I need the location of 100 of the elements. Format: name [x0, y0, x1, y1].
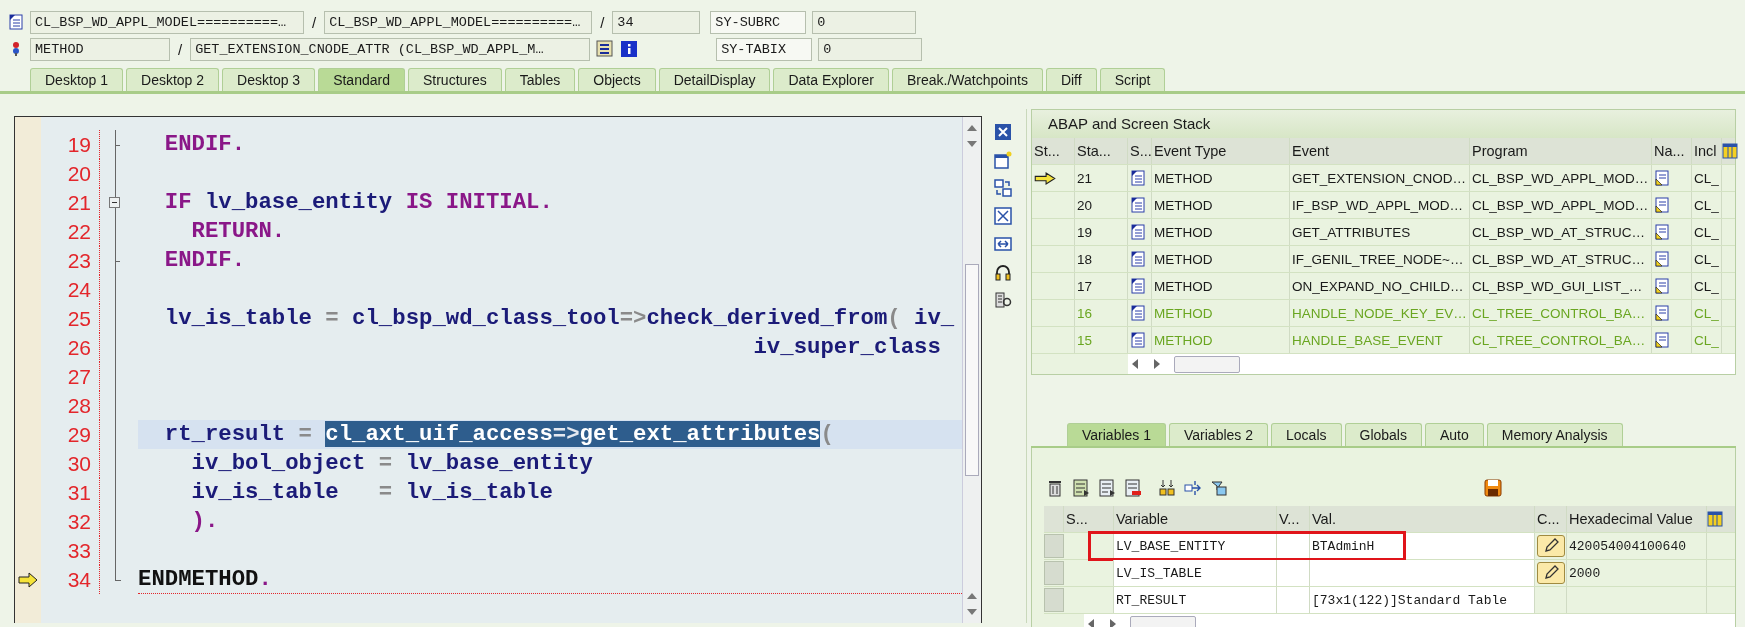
collapse-toggle[interactable] [109, 197, 120, 208]
line-number: 27 [41, 362, 100, 391]
tab[interactable]: Standard [318, 68, 405, 91]
navigate-icon[interactable] [1654, 251, 1670, 267]
table-cell: CL_ [1692, 300, 1722, 326]
table-cell: METHOD [1152, 165, 1290, 191]
tab[interactable]: Structures [407, 68, 502, 91]
column-header[interactable]: Event Type [1152, 138, 1290, 164]
swap-windows-icon[interactable] [994, 179, 1012, 197]
system-field-value[interactable]: 0 [812, 10, 917, 34]
tab[interactable]: Desktop 2 [126, 68, 220, 91]
column-header[interactable]: Event [1290, 138, 1470, 164]
code-line: IF lv_base_entity IS INITIAL. [163, 189, 553, 216]
column-header[interactable]: Variable [1114, 506, 1277, 532]
sort-icon[interactable] [1158, 479, 1176, 497]
tab[interactable]: Globals [1344, 423, 1422, 446]
tab[interactable]: Tables [504, 68, 576, 91]
column-header[interactable]: Val. [1310, 506, 1535, 532]
line-number: 29 [41, 420, 100, 449]
tab[interactable]: Variables 1 [1067, 423, 1166, 446]
tab[interactable]: DetailDisplay [658, 68, 771, 91]
system-field-value[interactable]: 0 [818, 37, 923, 61]
column-header[interactable]: St... [1032, 138, 1075, 164]
document-icon [1130, 278, 1146, 294]
tab[interactable]: Auto [1424, 423, 1484, 446]
document-icon [1130, 170, 1146, 186]
table-cell: CL_BSP_WD_AT_STRUC… [1470, 219, 1652, 245]
tab[interactable]: Variables 2 [1169, 423, 1269, 446]
edit-button[interactable] [1537, 562, 1565, 584]
tab[interactable]: Diff [1045, 68, 1097, 91]
scrollbar[interactable] [1128, 354, 1735, 374]
info-icon[interactable] [620, 40, 639, 58]
column-header[interactable]: Na... [1652, 138, 1692, 164]
table-cell: 17 [1075, 273, 1128, 299]
include-field[interactable]: CL_BSP_WD_APPL_MODEL==========… [30, 10, 304, 34]
table-cell: METHOD [1152, 273, 1290, 299]
column-header[interactable]: Sta... [1075, 138, 1128, 164]
event-type-field[interactable]: METHOD [30, 37, 170, 61]
table-cell: METHOD [1152, 192, 1290, 218]
navigate-icon[interactable] [1654, 305, 1670, 321]
tab[interactable]: Script [1099, 68, 1166, 91]
scrollbar[interactable] [962, 117, 981, 623]
table-cell: HANDLE_NODE_KEY_EV… [1290, 300, 1470, 326]
column-settings-icon[interactable] [1707, 511, 1723, 527]
line-number: 28 [41, 391, 100, 420]
column-header[interactable]: Program [1470, 138, 1652, 164]
navigate-icon[interactable] [1654, 170, 1670, 186]
new-window-icon[interactable] [994, 151, 1012, 169]
tab[interactable]: Memory Analysis [1486, 423, 1623, 446]
tab[interactable]: Desktop 3 [222, 68, 316, 91]
close-icon[interactable] [994, 123, 1012, 141]
save-icon[interactable] [1484, 479, 1502, 497]
line-number: 19 [41, 130, 100, 159]
code-line: ENDIF. [163, 247, 246, 274]
event-field[interactable]: GET_EXTENSION_CNODE_ATTR (CL_BSP_WD_APPL_M… [190, 37, 591, 61]
navigate-icon[interactable] [1654, 332, 1670, 348]
filter-icon[interactable] [1210, 479, 1228, 497]
system-field-name[interactable]: SY-SUBRC [710, 10, 807, 34]
resize-width-icon[interactable] [994, 235, 1012, 253]
tab[interactable]: Desktop 1 [30, 68, 124, 91]
tab[interactable]: Break./Watchpoints [892, 68, 1043, 91]
list-icon[interactable] [596, 40, 615, 58]
table-cell: CL_ [1692, 165, 1722, 191]
edit-button[interactable] [1537, 535, 1565, 557]
navigate-icon[interactable] [1654, 224, 1670, 240]
maximize-icon[interactable] [994, 207, 1012, 225]
column-header[interactable]: V... [1277, 506, 1310, 532]
tab[interactable]: Locals [1271, 423, 1342, 446]
table-cell: CL_TREE_CONTROL_BA… [1470, 327, 1652, 353]
trash-icon[interactable] [1046, 479, 1064, 497]
list-icon[interactable] [1072, 479, 1090, 497]
program-field[interactable]: CL_BSP_WD_APPL_MODEL==========… [324, 10, 593, 34]
column-header[interactable]: C... [1535, 506, 1567, 532]
column-header[interactable]: S... [1064, 506, 1114, 532]
line-number: 31 [41, 478, 100, 507]
code-line: iv_super_class [752, 334, 941, 361]
line-field[interactable]: 34 [612, 10, 701, 34]
navigate-icon[interactable] [1654, 197, 1670, 213]
tab[interactable]: Data Explorer [773, 68, 889, 91]
column-header[interactable]: S... [1128, 138, 1152, 164]
system-field-name[interactable]: SY-TABIX [716, 37, 813, 61]
table-cell: CL_BSP_WD_APPL_MOD… [1470, 192, 1652, 218]
table-cell: ON_EXPAND_NO_CHILD… [1290, 273, 1470, 299]
navigate-icon[interactable] [1654, 278, 1670, 294]
tool-icon[interactable] [994, 291, 1012, 309]
table-cell: LV_IS_TABLE [1114, 560, 1277, 586]
panel-title: ABAP and Screen Stack [1032, 110, 1735, 138]
code-line: ENDIF. [163, 131, 246, 158]
line-number: 24 [41, 275, 100, 304]
tab[interactable]: Objects [578, 68, 656, 91]
column-settings-icon[interactable] [1722, 143, 1738, 159]
document-icon [1130, 197, 1146, 213]
code-editor[interactable] [14, 116, 982, 623]
table-cell: RT_RESULT [1114, 587, 1277, 613]
headset-icon[interactable] [994, 263, 1012, 281]
list-icon[interactable] [1098, 479, 1116, 497]
table-cell: [73x1(122)]Standard Table [1310, 587, 1535, 613]
delete-row-icon[interactable] [1124, 479, 1142, 497]
document-icon [1130, 305, 1146, 321]
transfer-icon[interactable] [1184, 479, 1202, 497]
